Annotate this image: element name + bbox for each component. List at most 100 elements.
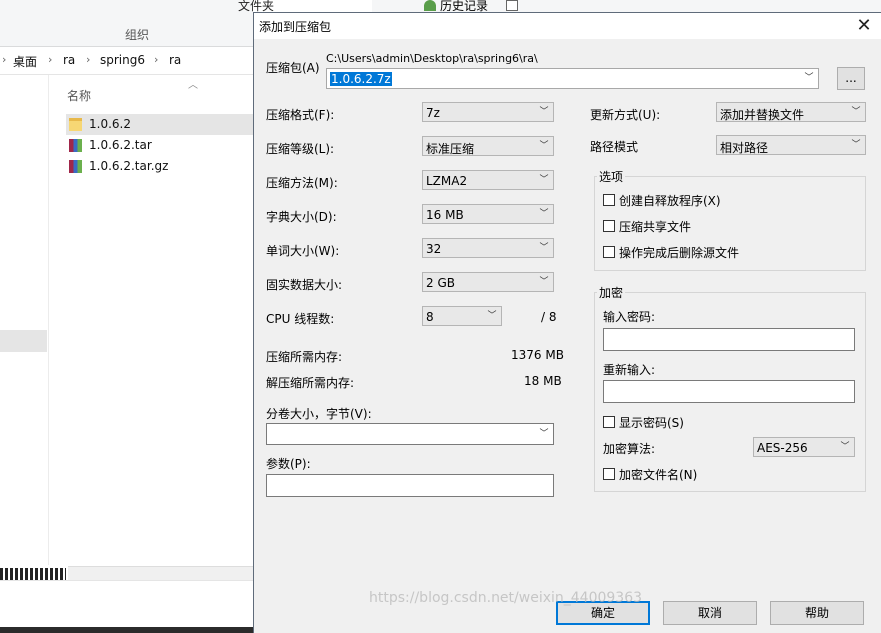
password-input[interactable] <box>603 328 855 351</box>
watermark: https://blog.csdn.net/weixin_44009363 <box>369 590 643 606</box>
threads-max: / 8 <box>541 310 557 324</box>
level-select[interactable]: 标准压缩 ﹀ <box>422 136 554 156</box>
encrypt-names-checkbox[interactable] <box>603 468 615 480</box>
navigation-pane[interactable] <box>0 75 49 565</box>
format-value: 7z <box>426 106 440 120</box>
mem-decomp-value: 18 MB <box>524 374 562 388</box>
ribbon-group-label: 组织 <box>125 28 150 42</box>
format-label: 压缩格式(F): <box>266 108 335 122</box>
chevron-down-icon: ﹀ <box>851 107 861 117</box>
file-row[interactable]: 1.0.6.2.tar.gz <box>66 156 253 177</box>
chevron-down-icon: ﹀ <box>487 311 497 321</box>
method-value: LZMA2 <box>426 174 468 188</box>
chevron-down-icon[interactable]: ﹀ <box>802 69 816 87</box>
update-value: 添加并替换文件 <box>720 108 805 122</box>
split-combo[interactable]: ﹀ <box>266 423 554 445</box>
archive-icon <box>69 160 82 173</box>
shared-label[interactable]: 压缩共享文件 <box>619 218 691 235</box>
chevron-down-icon: ﹀ <box>539 277 549 287</box>
sfx-checkbox[interactable] <box>603 194 615 206</box>
add-to-archive-dialog: 添加到压缩包 ✕ 压缩包(A) C:\Users\admin\Desktop\r… <box>253 12 881 633</box>
word-label: 单词大小(W): <box>266 244 340 258</box>
word-select[interactable]: 32 ﹀ <box>422 238 554 258</box>
format-select[interactable]: 7z ﹀ <box>422 102 554 122</box>
threads-value: 8 <box>426 310 434 324</box>
level-label: 压缩等级(L): <box>266 142 335 156</box>
encryption-title: 加密 <box>597 284 626 301</box>
breadcrumb-ra[interactable]: ra <box>63 53 75 67</box>
divider <box>0 580 253 581</box>
encryption-group: 加密 输入密码: 重新输入: 显示密码(S) 加密算法: AES-256 ﹀ 加… <box>594 284 866 492</box>
explorer-status-bar <box>68 566 253 581</box>
word-value: 32 <box>426 242 442 256</box>
delete-after-checkbox[interactable] <box>603 246 615 258</box>
qr-code-icon <box>0 568 66 580</box>
password-label: 输入密码: <box>603 310 656 324</box>
checkbox-icon <box>506 0 518 11</box>
chevron-down-icon: ﹀ <box>840 442 850 452</box>
sfx-label[interactable]: 创建自释放程序(X) <box>619 192 721 209</box>
breadcrumb[interactable]: › 桌面 › ra › spring6 › ra <box>0 48 253 75</box>
dict-value: 16 MB <box>426 208 464 222</box>
breadcrumb-spring6[interactable]: spring6 <box>100 53 145 67</box>
chevron-down-icon: ﹀ <box>539 107 549 117</box>
chevron-down-icon: ﹀ <box>539 243 549 253</box>
history-icon[interactable] <box>424 0 436 11</box>
close-icon[interactable]: ✕ <box>851 14 877 38</box>
update-label: 更新方式(U): <box>590 108 661 122</box>
params-label: 参数(P): <box>266 457 311 471</box>
chevron-down-icon[interactable]: ﹀ <box>537 425 551 443</box>
algo-value: AES-256 <box>757 441 808 455</box>
algo-select[interactable]: AES-256 ﹀ <box>753 437 855 457</box>
column-header-name[interactable]: 名称 <box>67 87 91 104</box>
breadcrumb-ra-current[interactable]: ra <box>169 53 181 67</box>
mem-comp-label: 压缩所需内存: <box>266 350 343 364</box>
dialog-titlebar[interactable]: 添加到压缩包 ✕ <box>254 13 881 39</box>
archive-icon <box>69 139 82 152</box>
dict-label: 字典大小(D): <box>266 210 337 224</box>
mem-comp-value: 1376 MB <box>511 348 564 362</box>
chevron-down-icon: ﹀ <box>851 140 861 150</box>
method-label: 压缩方法(M): <box>266 176 338 190</box>
file-row[interactable]: 1.0.6.2 <box>66 114 253 135</box>
browse-button[interactable]: ... <box>837 67 865 90</box>
encrypt-names-label[interactable]: 加密文件名(N) <box>619 466 697 483</box>
archive-path: C:\Users\admin\Desktop\ra\spring6\ra\ <box>326 52 538 65</box>
archive-label: 压缩包(A) <box>266 61 320 75</box>
archive-name-value[interactable]: 1.0.6.2.7z <box>330 72 392 86</box>
algo-label: 加密算法: <box>603 442 656 456</box>
file-name: 1.0.6.2.tar <box>89 138 152 152</box>
mem-decomp-label: 解压缩所需内存: <box>266 376 355 390</box>
dict-select[interactable]: 16 MB ﹀ <box>422 204 554 224</box>
dialog-title: 添加到压缩包 <box>259 20 332 34</box>
path-select[interactable]: 相对路径 ﹀ <box>716 135 866 155</box>
method-select[interactable]: LZMA2 ﹀ <box>422 170 554 190</box>
archive-name-combo[interactable]: 1.0.6.2.7z ﹀ <box>326 68 819 89</box>
breadcrumb-desktop[interactable]: 桌面 <box>13 53 37 70</box>
show-password-label[interactable]: 显示密码(S) <box>619 414 684 431</box>
update-select[interactable]: 添加并替换文件 ﹀ <box>716 102 866 122</box>
help-button[interactable]: 帮助 <box>770 601 864 625</box>
solid-value: 2 GB <box>426 276 455 290</box>
sort-up-icon: ︿ <box>188 80 198 91</box>
file-row[interactable]: 1.0.6.2.tar <box>66 135 253 156</box>
navigation-selected-item[interactable] <box>0 330 47 352</box>
delete-after-label[interactable]: 操作完成后删除源文件 <box>619 244 739 261</box>
file-name: 1.0.6.2.tar.gz <box>89 159 169 173</box>
options-title: 选项 <box>597 168 626 185</box>
solid-label: 固实数据大小: <box>266 278 343 292</box>
threads-select[interactable]: 8 ﹀ <box>422 306 502 326</box>
cancel-button[interactable]: 取消 <box>663 601 757 625</box>
chevron-down-icon: ﹀ <box>539 141 549 151</box>
reenter-password-input[interactable] <box>603 380 855 403</box>
chevron-down-icon: ﹀ <box>539 175 549 185</box>
options-group: 选项 创建自释放程序(X) 压缩共享文件 操作完成后删除源文件 <box>594 168 866 271</box>
shared-checkbox[interactable] <box>603 220 615 232</box>
show-password-checkbox[interactable] <box>603 416 615 428</box>
params-input[interactable] <box>266 474 554 497</box>
level-value: 标准压缩 <box>426 142 475 156</box>
folder-icon <box>69 118 82 131</box>
split-label: 分卷大小，字节(V): <box>266 407 372 421</box>
solid-select[interactable]: 2 GB ﹀ <box>422 272 554 292</box>
threads-label: CPU 线程数: <box>266 312 335 326</box>
